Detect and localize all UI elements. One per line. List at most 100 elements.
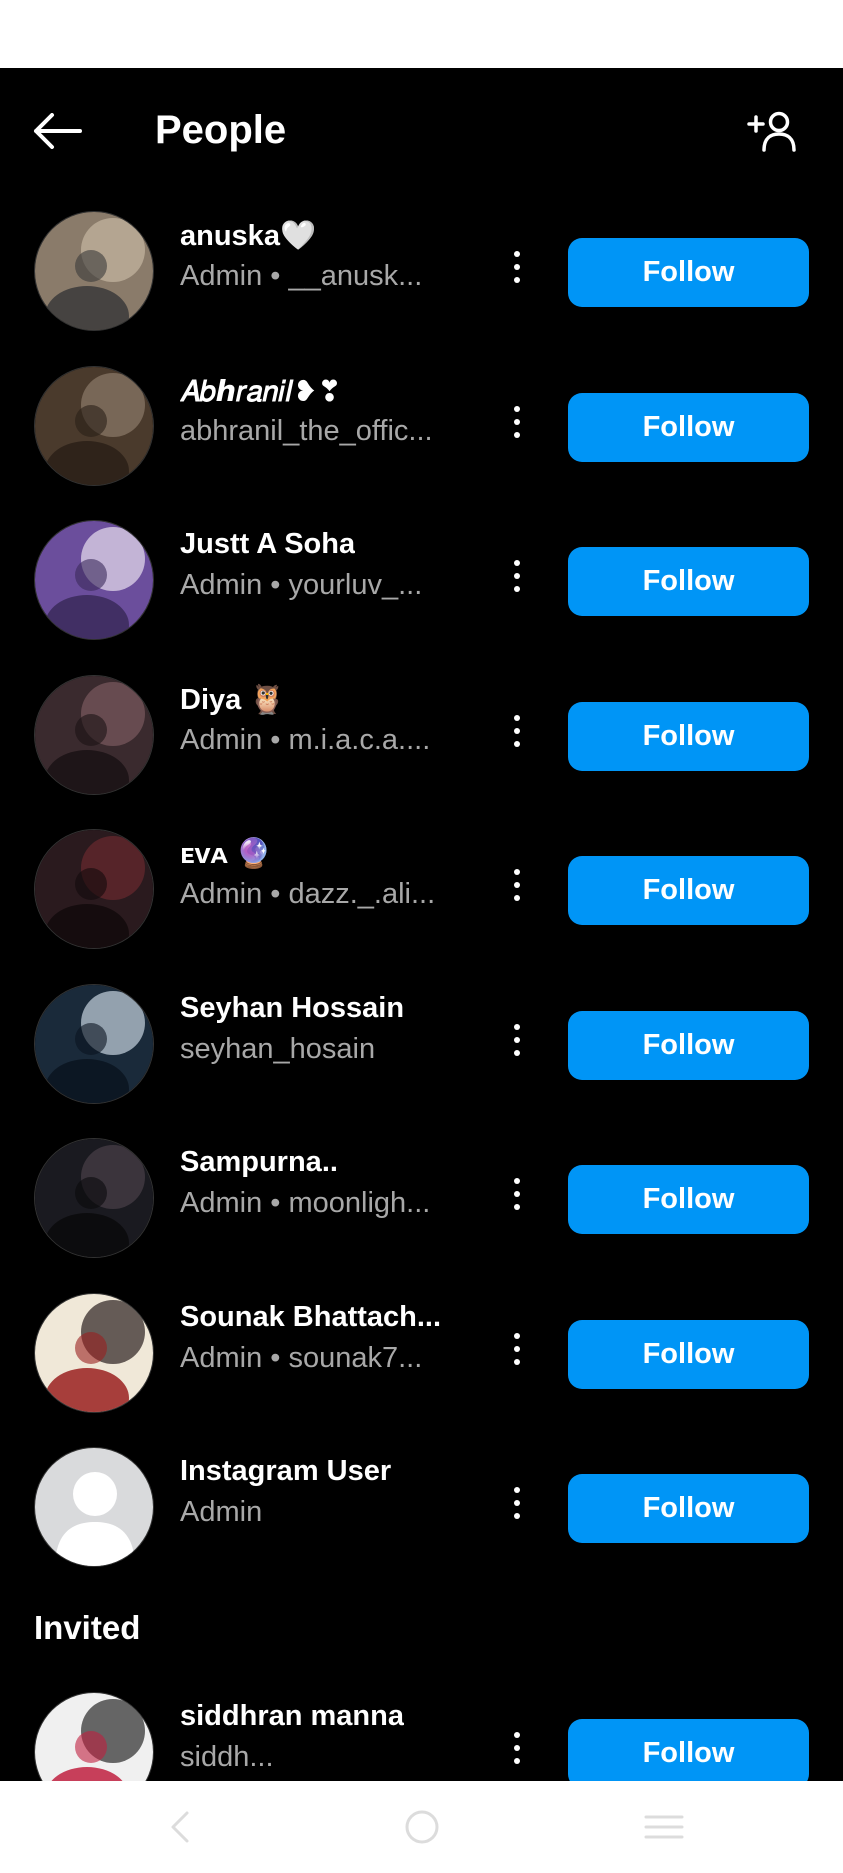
person-name[interactable]: 𝐴𝑏ℎ𝑟𝑎𝑛𝑖𝑙❥❣ (180, 374, 342, 409)
avatar[interactable] (34, 1691, 154, 1781)
more-vertical-icon (514, 1757, 520, 1764)
arrow-left-icon (34, 113, 82, 149)
more-options-button[interactable] (500, 237, 534, 297)
avatar[interactable] (34, 365, 154, 486)
more-vertical-icon (514, 1178, 520, 1184)
nav-back-button[interactable] (150, 1801, 210, 1853)
status-bar (0, 0, 843, 68)
nav-home-icon (405, 1810, 439, 1844)
avatar[interactable] (34, 211, 154, 331)
person-row[interactable]: Diya 🦉 Admin • m.i.a.c.a.... Follow (0, 656, 843, 811)
more-vertical-icon (514, 573, 520, 579)
person-name[interactable]: Justt A Soha (180, 528, 355, 561)
person-subtitle: Admin • sounak7... (180, 1341, 423, 1374)
more-vertical-icon (514, 1036, 520, 1043)
more-options-button[interactable] (500, 701, 534, 761)
avatar[interactable] (34, 674, 154, 795)
avatar[interactable] (34, 1138, 154, 1258)
add-person-button[interactable] (744, 104, 802, 158)
follow-button[interactable]: Follow (568, 547, 809, 616)
nav-recents-button[interactable] (634, 1801, 694, 1853)
follow-button[interactable]: Follow (568, 856, 809, 925)
more-vertical-icon (514, 1023, 520, 1030)
more-vertical-icon (514, 264, 520, 270)
nav-menu-icon (644, 1815, 684, 1839)
more-options-button[interactable] (500, 1319, 534, 1379)
person-row[interactable]: Seyhan Hossain seyhan_hosain Follow (0, 965, 843, 1120)
more-options-button[interactable] (500, 546, 534, 606)
more-vertical-icon (514, 1500, 520, 1506)
person-subtitle: Admin (180, 1496, 263, 1528)
person-subtitle: Admin • dazz._.ali... (180, 878, 436, 910)
avatar[interactable] (34, 520, 154, 640)
avatar[interactable] (34, 1447, 154, 1567)
more-vertical-icon (514, 1332, 520, 1339)
person-row[interactable]: Sampurna.. Admin • moonligh... Follow (0, 1119, 843, 1274)
more-vertical-icon (514, 418, 520, 425)
person-row[interactable]: Sounak Bhattach... Admin • sounak7... Foll… (0, 1274, 843, 1429)
follow-button[interactable]: Follow (568, 701, 809, 771)
person-name[interactable]: Instagram User (180, 1455, 391, 1488)
more-vertical-icon (514, 1487, 520, 1493)
person-subtitle: Admin • m.i.a.c.a.... (180, 723, 431, 756)
person-row[interactable]: siddhran manna siddh... Follow (0, 1673, 843, 1781)
more-options-button[interactable] (500, 1473, 534, 1533)
person-row[interactable]: Justt A Soha Admin • yourluv_... Follow (0, 501, 843, 656)
more-vertical-icon (514, 869, 520, 875)
follow-button[interactable]: Follow (568, 1165, 809, 1234)
back-button[interactable] (30, 104, 84, 158)
follow-button[interactable]: Follow (568, 1010, 809, 1080)
person-name[interactable]: Sounak Bhattach... (180, 1301, 441, 1334)
person-name[interactable]: ᴇᴠᴀ 🔮 (180, 837, 272, 871)
person-row[interactable]: ᴇᴠᴀ 🔮 Admin • dazz._.ali... Follow (0, 810, 843, 965)
header: People (0, 68, 843, 192)
more-options-button[interactable] (500, 1164, 534, 1224)
more-options-button[interactable] (500, 1718, 534, 1778)
more-vertical-icon (514, 1204, 520, 1210)
more-vertical-icon (514, 882, 520, 888)
more-vertical-icon (514, 1744, 520, 1751)
person-name[interactable]: siddhran manna (180, 1700, 404, 1733)
more-vertical-icon (514, 727, 520, 734)
person-subtitle: seyhan_hosain (180, 1032, 376, 1065)
more-vertical-icon (514, 560, 520, 566)
person-name[interactable]: Diya 🦉 (180, 683, 285, 717)
more-vertical-icon (514, 1191, 520, 1197)
more-vertical-icon (514, 1358, 520, 1365)
avatar[interactable] (34, 1292, 154, 1413)
follow-button[interactable]: Follow (568, 1319, 809, 1389)
person-row[interactable]: 𝐴𝑏ℎ𝑟𝑎𝑛𝑖𝑙❥❣ abhranil_the_offic... Follow (0, 347, 843, 502)
invited-section-label: Invited (34, 1608, 141, 1646)
person-name[interactable]: anuska🤍 (180, 219, 316, 253)
more-options-button[interactable] (500, 392, 534, 452)
follow-button[interactable]: Follow (568, 238, 809, 307)
more-vertical-icon (514, 1513, 520, 1519)
more-vertical-icon (514, 277, 520, 283)
person-name[interactable]: Seyhan Hossain (180, 992, 404, 1025)
follow-button[interactable]: Follow (568, 1718, 809, 1781)
people-list: anuska🤍 Admin • __anusk... Follow 𝐴𝑏ℎ𝑟𝑎𝑛𝑖𝑙❥… (0, 192, 843, 1781)
nav-home-button[interactable] (392, 1801, 452, 1853)
more-vertical-icon (514, 586, 520, 592)
avatar[interactable] (34, 983, 154, 1104)
follow-button[interactable]: Follow (568, 392, 809, 462)
page-title: People (155, 108, 287, 152)
person-subtitle: siddh... (180, 1740, 274, 1773)
nav-back-icon (171, 1811, 189, 1843)
more-vertical-icon (514, 1049, 520, 1056)
more-vertical-icon (514, 1731, 520, 1738)
follow-button[interactable]: Follow (568, 1474, 809, 1543)
more-vertical-icon (514, 714, 520, 721)
people-screen: People anuska🤍 Admin • __anusk... Follow 𝐴𝑏… (0, 68, 843, 1781)
more-options-button[interactable] (500, 855, 534, 915)
person-name[interactable]: Sampurna.. (180, 1146, 338, 1179)
more-vertical-icon (514, 431, 520, 438)
add-person-icon (747, 111, 796, 152)
more-vertical-icon (514, 1345, 520, 1352)
person-row[interactable]: anuska🤍 Admin • __anusk... Follow (0, 192, 843, 347)
person-row[interactable]: Instagram User Admin Follow (0, 1428, 843, 1583)
person-subtitle: Admin • moonligh... (180, 1187, 431, 1219)
more-options-button[interactable] (500, 1010, 534, 1070)
system-nav-bar (0, 1781, 843, 1873)
avatar[interactable] (34, 829, 154, 949)
